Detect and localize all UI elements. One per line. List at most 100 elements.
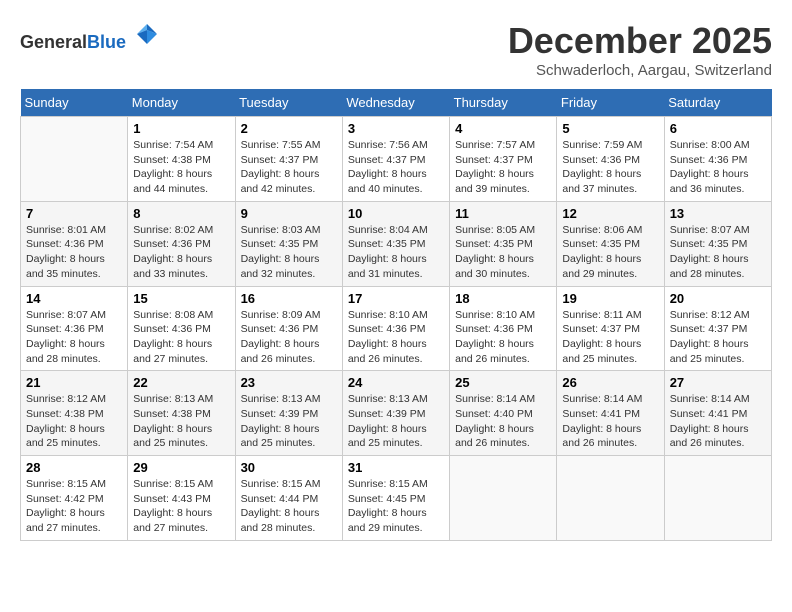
header-thursday: Thursday: [450, 89, 557, 117]
location: Schwaderloch, Aargau, Switzerland: [508, 62, 772, 79]
day-info: Sunrise: 7:55 AMSunset: 4:37 PMDaylight:…: [241, 138, 337, 197]
calendar-cell: 21Sunrise: 8:12 AMSunset: 4:38 PMDayligh…: [21, 371, 128, 456]
week-row-1: 1Sunrise: 7:54 AMSunset: 4:38 PMDaylight…: [21, 117, 772, 202]
day-info: Sunrise: 8:03 AMSunset: 4:35 PMDaylight:…: [241, 223, 337, 282]
day-info: Sunrise: 8:14 AMSunset: 4:41 PMDaylight:…: [670, 392, 766, 451]
calendar-cell: 20 Sunrise: 8:12 AMSunset: 4:37 PMDayligh…: [664, 286, 771, 371]
calendar-cell: 17 Sunrise: 8:10 AMSunset: 4:36 PMDayligh…: [342, 286, 449, 371]
day-info: Sunrise: 8:10 AMSunset: 4:36 PMDaylight:…: [348, 308, 444, 367]
logo-blue-text: Blue: [87, 32, 126, 52]
calendar-table: SundayMondayTuesdayWednesdayThursdayFrid…: [20, 89, 772, 541]
day-info: Sunrise: 8:13 AMSunset: 4:39 PMDaylight:…: [241, 392, 337, 451]
day-info: Sunrise: 8:07 AMSunset: 4:36 PMDaylight:…: [26, 308, 122, 367]
day-number: 21: [26, 375, 122, 390]
calendar-header-row: SundayMondayTuesdayWednesdayThursdayFrid…: [21, 89, 772, 117]
day-info: Sunrise: 8:00 AMSunset: 4:36 PMDaylight:…: [670, 138, 766, 197]
calendar-cell: 22 Sunrise: 8:13 AMSunset: 4:38 PMDayligh…: [128, 371, 235, 456]
day-number: 7: [26, 206, 122, 221]
day-number: 11: [455, 206, 551, 221]
calendar-cell: 2 Sunrise: 7:55 AMSunset: 4:37 PMDaylight…: [235, 117, 342, 202]
calendar-cell: 27 Sunrise: 8:14 AMSunset: 4:41 PMDayligh…: [664, 371, 771, 456]
day-number: 19: [562, 291, 658, 306]
day-info: Sunrise: 8:14 AMSunset: 4:41 PMDaylight:…: [562, 392, 658, 451]
day-number: 26: [562, 375, 658, 390]
calendar-cell: [21, 117, 128, 202]
calendar-cell: [557, 456, 664, 541]
calendar-cell: 31Sunrise: 8:15 AMSunset: 4:45 PMDayligh…: [342, 456, 449, 541]
header-wednesday: Wednesday: [342, 89, 449, 117]
day-info: Sunrise: 8:05 AMSunset: 4:35 PMDaylight:…: [455, 223, 551, 282]
header-saturday: Saturday: [664, 89, 771, 117]
calendar-cell: 19 Sunrise: 8:11 AMSunset: 4:37 PMDayligh…: [557, 286, 664, 371]
day-number: 4: [455, 121, 551, 136]
day-number: 17: [348, 291, 444, 306]
day-number: 22: [133, 375, 229, 390]
day-info: Sunrise: 8:06 AMSunset: 4:35 PMDaylight:…: [562, 223, 658, 282]
day-info: Sunrise: 7:57 AMSunset: 4:37 PMDaylight:…: [455, 138, 551, 197]
day-number: 31: [348, 460, 444, 475]
calendar-cell: 25Sunrise: 8:14 AMSunset: 4:40 PMDayligh…: [450, 371, 557, 456]
week-row-4: 21Sunrise: 8:12 AMSunset: 4:38 PMDayligh…: [21, 371, 772, 456]
page-header: GeneralBlue December 2025 Schwaderloch, …: [20, 20, 772, 79]
day-info: Sunrise: 8:01 AMSunset: 4:36 PMDaylight:…: [26, 223, 122, 282]
day-info: Sunrise: 8:09 AMSunset: 4:36 PMDaylight:…: [241, 308, 337, 367]
calendar-cell: 29 Sunrise: 8:15 AMSunset: 4:43 PMDayligh…: [128, 456, 235, 541]
calendar-cell: [450, 456, 557, 541]
day-info: Sunrise: 8:14 AMSunset: 4:40 PMDaylight:…: [455, 392, 551, 451]
calendar-cell: 14Sunrise: 8:07 AMSunset: 4:36 PMDayligh…: [21, 286, 128, 371]
day-number: 20: [670, 291, 766, 306]
day-info: Sunrise: 7:56 AMSunset: 4:37 PMDaylight:…: [348, 138, 444, 197]
day-info: Sunrise: 8:11 AMSunset: 4:37 PMDaylight:…: [562, 308, 658, 367]
title-section: December 2025 Schwaderloch, Aargau, Swit…: [508, 20, 772, 79]
day-info: Sunrise: 8:10 AMSunset: 4:36 PMDaylight:…: [455, 308, 551, 367]
day-info: Sunrise: 8:12 AMSunset: 4:37 PMDaylight:…: [670, 308, 766, 367]
calendar-cell: 16 Sunrise: 8:09 AMSunset: 4:36 PMDayligh…: [235, 286, 342, 371]
day-info: Sunrise: 8:07 AMSunset: 4:35 PMDaylight:…: [670, 223, 766, 282]
month-title: December 2025: [508, 20, 772, 62]
day-info: Sunrise: 8:08 AMSunset: 4:36 PMDaylight:…: [133, 308, 229, 367]
calendar-cell: 7 Sunrise: 8:01 AMSunset: 4:36 PMDaylight…: [21, 201, 128, 286]
day-number: 16: [241, 291, 337, 306]
calendar-cell: 11 Sunrise: 8:05 AMSunset: 4:35 PMDayligh…: [450, 201, 557, 286]
logo-general-text: General: [20, 32, 87, 52]
calendar-cell: 3 Sunrise: 7:56 AMSunset: 4:37 PMDaylight…: [342, 117, 449, 202]
calendar-cell: 23 Sunrise: 8:13 AMSunset: 4:39 PMDayligh…: [235, 371, 342, 456]
day-number: 23: [241, 375, 337, 390]
logo: GeneralBlue: [20, 20, 161, 53]
day-info: Sunrise: 8:04 AMSunset: 4:35 PMDaylight:…: [348, 223, 444, 282]
calendar-cell: 18 Sunrise: 8:10 AMSunset: 4:36 PMDayligh…: [450, 286, 557, 371]
calendar-cell: 8Sunrise: 8:02 AMSunset: 4:36 PMDaylight…: [128, 201, 235, 286]
day-number: 13: [670, 206, 766, 221]
day-number: 9: [241, 206, 337, 221]
header-tuesday: Tuesday: [235, 89, 342, 117]
day-info: Sunrise: 8:15 AMSunset: 4:44 PMDaylight:…: [241, 477, 337, 536]
header-friday: Friday: [557, 89, 664, 117]
header-sunday: Sunday: [21, 89, 128, 117]
calendar-cell: 6 Sunrise: 8:00 AMSunset: 4:36 PMDaylight…: [664, 117, 771, 202]
day-number: 3: [348, 121, 444, 136]
day-number: 18: [455, 291, 551, 306]
calendar-cell: 26 Sunrise: 8:14 AMSunset: 4:41 PMDayligh…: [557, 371, 664, 456]
calendar-cell: 24Sunrise: 8:13 AMSunset: 4:39 PMDayligh…: [342, 371, 449, 456]
calendar-cell: 15 Sunrise: 8:08 AMSunset: 4:36 PMDayligh…: [128, 286, 235, 371]
day-info: Sunrise: 8:15 AMSunset: 4:43 PMDaylight:…: [133, 477, 229, 536]
calendar-cell: [664, 456, 771, 541]
day-number: 2: [241, 121, 337, 136]
calendar-cell: 5 Sunrise: 7:59 AMSunset: 4:36 PMDaylight…: [557, 117, 664, 202]
day-info: Sunrise: 8:15 AMSunset: 4:42 PMDaylight:…: [26, 477, 122, 536]
day-number: 15: [133, 291, 229, 306]
day-number: 6: [670, 121, 766, 136]
calendar-cell: 4 Sunrise: 7:57 AMSunset: 4:37 PMDaylight…: [450, 117, 557, 202]
day-info: Sunrise: 7:54 AMSunset: 4:38 PMDaylight:…: [133, 138, 229, 197]
day-number: 30: [241, 460, 337, 475]
calendar-cell: 13 Sunrise: 8:07 AMSunset: 4:35 PMDayligh…: [664, 201, 771, 286]
calendar-cell: 1Sunrise: 7:54 AMSunset: 4:38 PMDaylight…: [128, 117, 235, 202]
day-info: Sunrise: 8:13 AMSunset: 4:38 PMDaylight:…: [133, 392, 229, 451]
day-number: 29: [133, 460, 229, 475]
calendar-cell: 30 Sunrise: 8:15 AMSunset: 4:44 PMDayligh…: [235, 456, 342, 541]
day-info: Sunrise: 7:59 AMSunset: 4:36 PMDaylight:…: [562, 138, 658, 197]
week-row-2: 7 Sunrise: 8:01 AMSunset: 4:36 PMDaylight…: [21, 201, 772, 286]
day-number: 5: [562, 121, 658, 136]
day-number: 10: [348, 206, 444, 221]
day-number: 27: [670, 375, 766, 390]
